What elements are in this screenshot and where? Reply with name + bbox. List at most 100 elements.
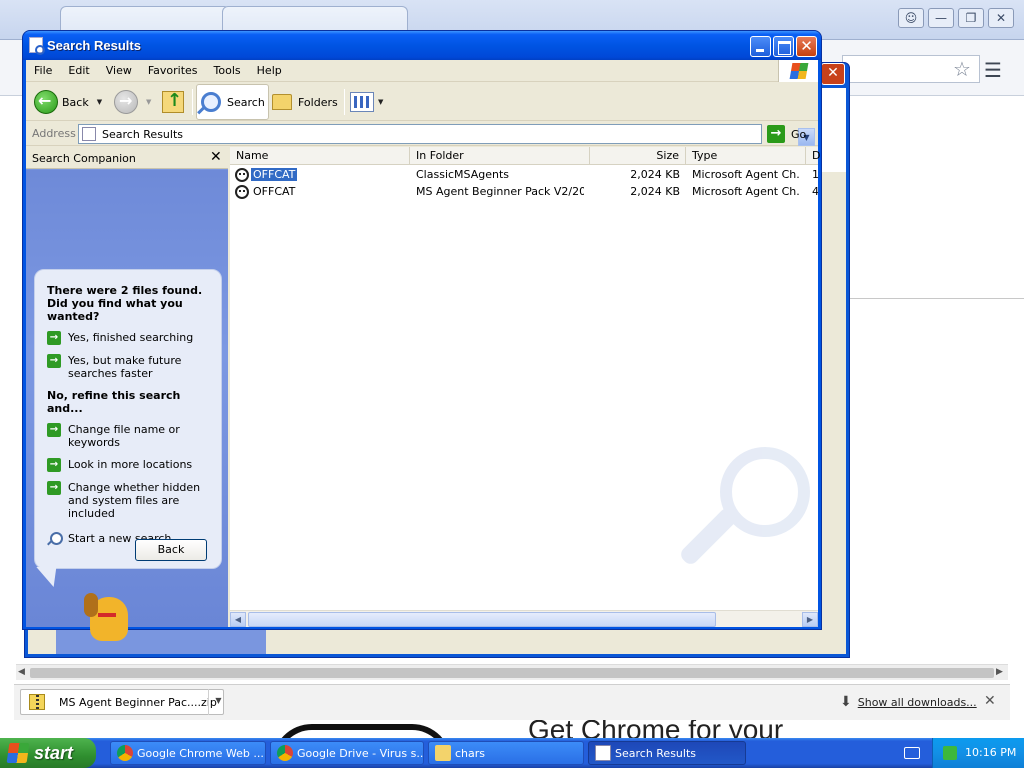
start-button[interactable]: start bbox=[0, 738, 96, 768]
table-row[interactable]: OFFCAT MS Agent Beginner Pack V2/20 ... … bbox=[230, 184, 818, 201]
go-arrow-icon: → bbox=[767, 125, 785, 143]
refine-heading: No, refine this search and... bbox=[47, 389, 181, 415]
title-bar[interactable]: Search Results ✕ bbox=[23, 31, 821, 60]
bookmark-star-icon[interactable]: ☆ bbox=[953, 57, 971, 81]
go-button[interactable]: → Go bbox=[767, 125, 806, 143]
show-all-downloads-label[interactable]: Show all downloads... bbox=[858, 696, 977, 709]
up-folder-button[interactable] bbox=[162, 86, 184, 118]
download-item[interactable]: MS Agent Beginner Pac....zip bbox=[20, 689, 224, 715]
option-label[interactable]: Change whether hidden and system files a… bbox=[68, 481, 209, 520]
scroll-left-icon[interactable]: ◀ bbox=[230, 612, 246, 627]
maximize-button[interactable] bbox=[773, 36, 794, 57]
menu-file[interactable]: File bbox=[26, 60, 60, 81]
column-header-type[interactable]: Type bbox=[686, 147, 806, 165]
taskbar-item-google-drive[interactable]: Google Drive - Virus s... bbox=[270, 741, 424, 765]
green-arrow-icon: → bbox=[47, 423, 61, 437]
download-menu-chevron-icon[interactable]: ▼ bbox=[208, 689, 228, 715]
system-tray: 10:16 PM bbox=[932, 738, 1024, 768]
background-window-body bbox=[818, 88, 846, 652]
found-message: There were 2 files found. Did you find w… bbox=[47, 284, 203, 323]
file-name[interactable]: OFFCAT bbox=[249, 167, 299, 182]
option-label[interactable]: Yes, but make future searches faster bbox=[68, 354, 209, 380]
close-shelf-icon[interactable]: ✕ bbox=[984, 693, 996, 709]
background-window-close-icon[interactable]: ✕ bbox=[821, 63, 845, 85]
scroll-left-icon[interactable]: ◀ bbox=[18, 667, 25, 677]
option-finished-searching[interactable]: → Yes, finished searching bbox=[47, 331, 209, 345]
page-divider bbox=[848, 298, 1024, 299]
watermark-handle bbox=[677, 504, 741, 568]
back-dropdown-icon[interactable]: ▼ bbox=[97, 98, 102, 106]
scroll-thumb[interactable] bbox=[30, 668, 994, 678]
option-label[interactable]: Change file name or keywords bbox=[68, 423, 209, 449]
chrome-horizontal-scrollbar[interactable]: ◀ ▶ bbox=[16, 664, 1008, 680]
option-faster-searches[interactable]: → Yes, but make future searches faster bbox=[47, 354, 209, 380]
file-name[interactable]: OFFCAT bbox=[251, 185, 297, 198]
menu-help[interactable]: Help bbox=[249, 60, 290, 81]
address-bar: Address Search Results ▼ → Go bbox=[26, 122, 818, 146]
scroll-right-icon[interactable]: ▶ bbox=[802, 612, 818, 627]
download-arrow-icon: ⬇ bbox=[840, 694, 852, 710]
option-change-file-name[interactable]: → Change file name or keywords bbox=[47, 423, 209, 449]
companion-back-button[interactable]: Back bbox=[135, 539, 207, 561]
option-label[interactable]: Look in more locations bbox=[68, 458, 192, 471]
back-label: Back bbox=[62, 95, 89, 109]
chrome-menu-icon[interactable]: ☰ bbox=[984, 58, 1002, 82]
restore-icon[interactable]: ❐ bbox=[958, 8, 984, 28]
file-date: 4 bbox=[812, 185, 818, 198]
menu-tools[interactable]: Tools bbox=[206, 60, 249, 81]
menu-view[interactable]: View bbox=[98, 60, 140, 81]
taskbar-item-chars[interactable]: chars bbox=[428, 741, 584, 765]
horizontal-scrollbar[interactable]: ◀ ▶ bbox=[230, 610, 818, 627]
file-size: 2,024 KB bbox=[630, 168, 680, 181]
back-button[interactable]: Back ▼ bbox=[34, 86, 102, 118]
clock[interactable]: 10:16 PM bbox=[965, 746, 1016, 759]
option-more-locations[interactable]: → Look in more locations bbox=[47, 458, 209, 472]
green-arrow-icon: → bbox=[47, 354, 61, 368]
menu-favorites[interactable]: Favorites bbox=[140, 60, 206, 81]
minimize-icon[interactable]: — bbox=[928, 8, 954, 28]
close-button[interactable]: ✕ bbox=[796, 36, 817, 57]
toolbar-separator bbox=[192, 89, 193, 115]
folders-label: Folders bbox=[298, 95, 338, 109]
dog-ear bbox=[84, 593, 98, 617]
file-folder: MS Agent Beginner Pack V2/20 ... bbox=[416, 185, 584, 198]
scroll-thumb[interactable] bbox=[248, 612, 716, 627]
window-client-area: File Edit View Favorites Tools Help Back… bbox=[26, 60, 820, 641]
show-all-downloads-link[interactable]: ⬇ Show all downloads... bbox=[840, 694, 977, 710]
search-results-icon bbox=[595, 745, 611, 761]
network-icon[interactable] bbox=[943, 746, 957, 760]
taskbar-item-search-results[interactable]: Search Results bbox=[588, 741, 746, 765]
table-row[interactable]: OFFCAT ClassicMSAgents 2,024 KB Microsof… bbox=[230, 167, 818, 184]
agent-character-icon bbox=[235, 168, 249, 182]
search-companion-pane: Search Companion ✕ There were 2 files fo… bbox=[26, 147, 228, 641]
option-hidden-files[interactable]: → Change whether hidden and system files… bbox=[47, 481, 209, 520]
column-header-size[interactable]: Size bbox=[590, 147, 686, 165]
views-dropdown-icon[interactable]: ▼ bbox=[378, 98, 383, 106]
taskbar-item-chrome-web[interactable]: Google Chrome Web ... bbox=[110, 741, 266, 765]
keyboard-icon[interactable] bbox=[904, 747, 920, 759]
close-icon[interactable]: ✕ bbox=[988, 8, 1014, 28]
toolbar-separator bbox=[344, 89, 345, 115]
forward-dropdown-icon[interactable]: ▼ bbox=[146, 98, 151, 106]
address-field[interactable]: Search Results ▼ bbox=[78, 124, 815, 146]
go-label: Go bbox=[791, 127, 807, 141]
user-icon[interactable]: ☺ bbox=[898, 8, 924, 28]
scroll-right-icon[interactable]: ▶ bbox=[996, 667, 1003, 677]
folder-icon bbox=[435, 745, 451, 761]
option-label[interactable]: Yes, finished searching bbox=[68, 331, 193, 344]
search-dog-icon[interactable] bbox=[80, 587, 144, 647]
search-button[interactable]: Search bbox=[196, 84, 269, 120]
standard-toolbar: Back ▼ ▼ Search Folders ▼ bbox=[26, 83, 818, 121]
views-icon bbox=[350, 92, 374, 112]
menu-edit[interactable]: Edit bbox=[60, 60, 97, 81]
forward-button[interactable]: ▼ bbox=[114, 86, 151, 118]
column-header-name[interactable]: Name bbox=[230, 147, 410, 165]
column-header-in-folder[interactable]: In Folder bbox=[410, 147, 590, 165]
close-icon[interactable]: ✕ bbox=[210, 149, 222, 165]
column-header-date[interactable]: D bbox=[806, 147, 826, 165]
windows-logo-icon bbox=[778, 60, 818, 82]
views-button[interactable]: ▼ bbox=[350, 86, 383, 118]
minimize-button[interactable] bbox=[750, 36, 771, 57]
search-label: Search bbox=[227, 95, 265, 109]
folders-button[interactable]: Folders bbox=[272, 86, 338, 118]
